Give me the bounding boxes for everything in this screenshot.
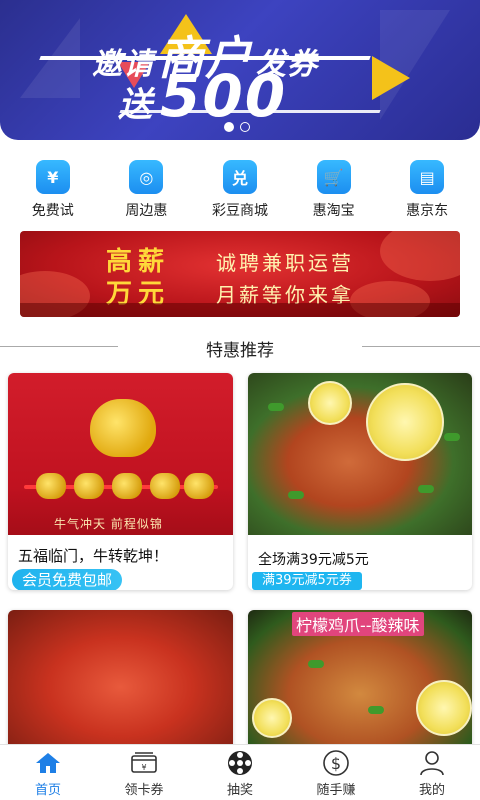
svg-text:¥: ¥ xyxy=(141,763,146,772)
coupon-tag: 满39元减5元券 xyxy=(252,572,362,590)
yen-icon: ¥ xyxy=(35,160,70,194)
gold-bead xyxy=(36,473,66,499)
lottery-wheel-icon xyxy=(225,749,255,777)
tab-profile[interactable]: 我的 xyxy=(384,745,480,800)
banner-text: 送 xyxy=(118,85,152,125)
nav-item-label: 周边惠 xyxy=(125,203,168,219)
lemon-slice xyxy=(252,698,292,738)
tab-coupons[interactable]: ¥ 领卡券 xyxy=(96,745,192,800)
location-icon: ◎ xyxy=(129,160,164,194)
home-icon xyxy=(33,749,63,777)
lemon-slice xyxy=(308,381,352,425)
product-description: 五福临门，牛转乾坤！ xyxy=(18,547,169,565)
gold-bead xyxy=(184,473,214,499)
banner-amount: 500 xyxy=(160,62,288,130)
tab-label: 首页 xyxy=(34,783,61,798)
cloud-decoration xyxy=(380,231,460,281)
nav-item-nearby[interactable]: ◎ 周边惠 xyxy=(106,160,186,220)
tab-label: 抽奖 xyxy=(226,783,253,798)
section-title: 特惠推荐 xyxy=(206,341,274,361)
nav-item-label: 彩豆商城 xyxy=(211,203,268,219)
image-caption: 柠檬鸡爪--酸辣味 xyxy=(292,612,424,636)
nav-item-label: 免费试 xyxy=(31,203,74,219)
tab-home[interactable]: 首页 xyxy=(0,745,96,800)
user-icon xyxy=(417,749,447,777)
product-description: 全场满39元减5元 xyxy=(258,552,369,568)
product-image xyxy=(8,610,233,750)
herb-leaf xyxy=(268,403,284,411)
product-card[interactable] xyxy=(8,610,233,750)
tab-label: 我的 xyxy=(418,783,445,798)
nav-item-label: 惠淘宝 xyxy=(312,203,355,219)
product-card[interactable]: 牛气冲天 前程似锦 五福临门，牛转乾坤！ 会员免费包邮 xyxy=(8,373,233,590)
category-nav: ¥ 免费试 ◎ 周边惠 兑 彩豆商城 🛒 惠淘宝 ▤ 惠京东 xyxy=(0,160,480,220)
card-coupon-icon: ¥ xyxy=(129,749,159,777)
nav-item-jd[interactable]: ▤ 惠京东 xyxy=(387,160,467,220)
tab-label: 领卡券 xyxy=(124,783,164,798)
tab-label: 随手赚 xyxy=(316,783,356,798)
lemon-slice xyxy=(366,383,444,461)
gold-bull-charm xyxy=(90,399,156,457)
nav-item-taobao[interactable]: 🛒 惠淘宝 xyxy=(294,160,374,220)
bottom-tab-bar: 首页 ¥ 领卡券 抽奖 $ 随手赚 我的 xyxy=(0,744,480,800)
svg-text:$: $ xyxy=(331,754,341,773)
gold-bead xyxy=(112,473,142,499)
nav-item-label: 惠京东 xyxy=(406,203,449,219)
exchange-icon: 兑 xyxy=(222,160,257,194)
recruit-text: 诚聘兼职运营 xyxy=(216,251,354,275)
gold-bead xyxy=(150,473,180,499)
cart-icon: 🛒 xyxy=(316,160,351,194)
gold-bead xyxy=(74,473,104,499)
promo-banner-carousel[interactable]: 邀请商户 发券 送 500 xyxy=(0,0,480,140)
herb-leaf xyxy=(418,485,434,493)
divider xyxy=(362,346,480,347)
bag-icon: ▤ xyxy=(410,160,445,194)
nav-item-mall[interactable]: 兑 彩豆商城 xyxy=(200,160,280,220)
tab-earn[interactable]: $ 随手赚 xyxy=(288,745,384,800)
carousel-dot[interactable] xyxy=(240,122,250,132)
tab-lottery[interactable]: 抽奖 xyxy=(192,745,288,800)
herb-leaf xyxy=(444,433,460,441)
product-image: 牛气冲天 前程似锦 xyxy=(8,373,233,535)
promo-tag: 会员免费包邮 xyxy=(12,569,123,590)
banner-subline: 送 500 xyxy=(118,62,287,130)
image-caption: 牛气冲天 前程似锦 xyxy=(54,517,163,531)
section-header: 特惠推荐 xyxy=(0,332,480,362)
product-card[interactable]: 柠檬鸡爪--酸辣味 xyxy=(248,610,472,750)
lemon-slice xyxy=(416,680,472,736)
recruitment-banner[interactable]: 高薪 万元 诚聘兼职运营 月薪等你来拿 xyxy=(20,231,460,317)
herb-leaf xyxy=(288,491,304,499)
nav-item-free-trial[interactable]: ¥ 免费试 xyxy=(13,160,93,220)
product-card[interactable]: 全场满39元减5元 满39元减5元券 xyxy=(248,373,472,590)
product-image xyxy=(248,373,472,535)
carousel-indicator xyxy=(224,122,250,132)
herb-leaf xyxy=(308,660,324,668)
banner-decoration xyxy=(20,303,460,317)
dollar-coin-icon: $ xyxy=(321,749,351,777)
banner-decoration xyxy=(372,56,410,100)
carousel-dot-active[interactable] xyxy=(224,122,234,132)
herb-leaf xyxy=(368,706,384,714)
